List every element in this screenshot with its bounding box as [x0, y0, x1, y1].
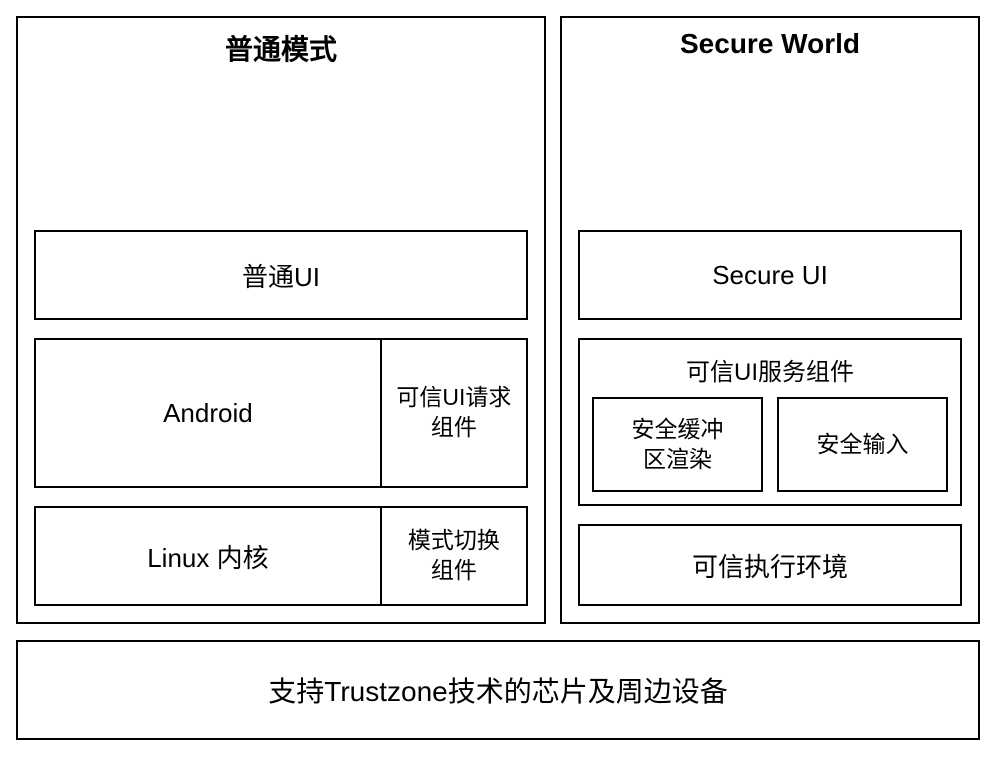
trusted-ui-request-block: 可信UI请求 组件 — [380, 338, 528, 488]
worlds-row: 普通模式 普通UI Android 可信UI请求 组件 Linux 内核 模式切… — [16, 16, 984, 624]
mode-switch-label: 模式切换 组件 — [408, 526, 500, 586]
trusted-ui-service-title: 可信UI服务组件 — [592, 348, 948, 397]
trusted-ui-request-label: 可信UI请求 组件 — [396, 383, 511, 443]
mode-switch-block: 模式切换 组件 — [380, 506, 528, 606]
normal-world-box: 普通模式 普通UI Android 可信UI请求 组件 Linux 内核 模式切… — [16, 16, 546, 624]
tee-block: 可信执行环境 — [578, 524, 962, 606]
android-block: Android — [34, 338, 380, 488]
normal-world-title: 普通模式 — [34, 18, 528, 76]
normal-mid-row: Android 可信UI请求 组件 — [34, 338, 528, 488]
linux-kernel-block: Linux 内核 — [34, 506, 380, 606]
trusted-ui-sub-row: 安全缓冲 区渲染 安全输入 — [592, 397, 948, 492]
secure-world-box: Secure World Secure UI 可信UI服务组件 安全缓冲 区渲染… — [560, 16, 980, 624]
secure-buffer-render-label: 安全缓冲 区渲染 — [632, 415, 724, 475]
secure-buffer-render-block: 安全缓冲 区渲染 — [592, 397, 763, 492]
normal-bottom-row: Linux 内核 模式切换 组件 — [34, 506, 528, 606]
trusted-ui-service-block: 可信UI服务组件 安全缓冲 区渲染 安全输入 — [578, 338, 962, 506]
secure-input-block: 安全输入 — [777, 397, 948, 492]
normal-ui-block: 普通UI — [34, 230, 528, 320]
architecture-diagram: 普通模式 普通UI Android 可信UI请求 组件 Linux 内核 模式切… — [16, 16, 984, 740]
hardware-block: 支持Trustzone技术的芯片及周边设备 — [16, 640, 980, 740]
secure-world-title: Secure World — [578, 18, 962, 68]
secure-ui-block: Secure UI — [578, 230, 962, 320]
